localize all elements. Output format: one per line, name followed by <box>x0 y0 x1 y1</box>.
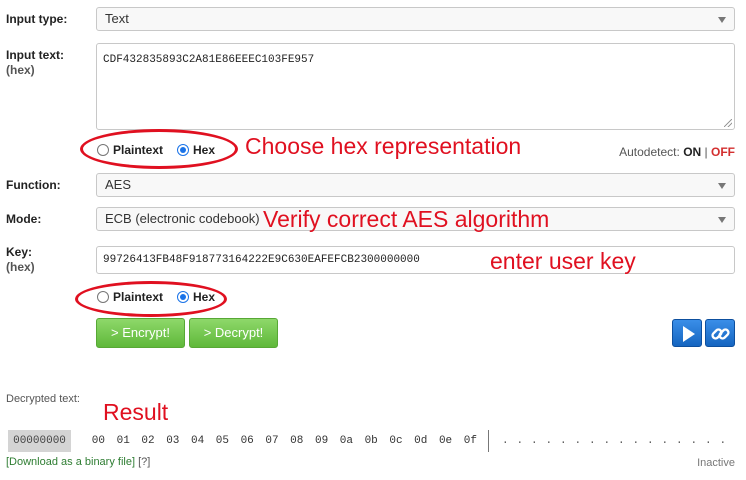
chevron-down-icon <box>718 17 726 23</box>
decrypted-text-label: Decrypted text: <box>6 393 80 405</box>
input-text-value: CDF432835893C2A81E86EEEC103FE957 <box>103 54 315 66</box>
hex-column-06: 06 <box>240 435 254 447</box>
hex-column-0f: 0f <box>463 435 477 447</box>
input-text-label-text: Input text: <box>6 48 64 62</box>
input-type-select[interactable]: Text <box>96 7 735 31</box>
key-label-text: Key: <box>6 245 33 259</box>
highlight-ellipse-input-format <box>80 129 238 169</box>
link-icon <box>711 328 730 340</box>
hex-column-02: 02 <box>141 435 155 447</box>
ascii-cell: . <box>617 435 625 447</box>
ascii-cell: . <box>690 435 698 447</box>
permalink-button[interactable] <box>705 319 735 347</box>
hex-column-0e: 0e <box>438 435 453 447</box>
ascii-cell: . <box>530 435 538 447</box>
input-text-format-hint: (hex) <box>6 63 35 77</box>
annotation-hex: Choose hex representation <box>245 133 522 159</box>
encrypt-button[interactable]: > Encrypt! <box>96 318 185 348</box>
ascii-cell: . <box>501 435 509 447</box>
ascii-cell: . <box>559 435 567 447</box>
run-button[interactable] <box>672 319 702 347</box>
key-value: 99726413FB48F918773164222E9C630EAFEFCB23… <box>103 254 420 266</box>
autodetect-toggle: Autodetect: ON | OFF <box>619 145 735 159</box>
hex-column-0d: 0d <box>414 435 428 447</box>
mode-label: Mode: <box>6 212 42 226</box>
play-icon <box>683 326 695 342</box>
function-select[interactable]: AES <box>96 173 735 197</box>
key-format-hint: (hex) <box>6 260 35 274</box>
ascii-cell: . <box>632 435 640 447</box>
annotation-result: Result <box>103 399 169 425</box>
autodetect-label: Autodetect: <box>619 145 680 159</box>
annotation-aes: Verify correct AES algorithm <box>263 206 550 232</box>
input-text-area[interactable]: CDF432835893C2A81E86EEEC103FE957 <box>96 43 735 130</box>
download-binary-link[interactable]: [Download as a binary file] <box>6 456 135 468</box>
hex-column-0b: 0b <box>364 435 378 447</box>
input-type-value: Text <box>105 11 129 26</box>
ascii-column: ................ <box>498 430 730 452</box>
output-status: Inactive <box>697 457 735 469</box>
ascii-cell: . <box>545 435 553 447</box>
hex-column-03: 03 <box>166 435 180 447</box>
input-type-label: Input type: <box>6 12 68 26</box>
function-label: Function: <box>6 178 61 192</box>
decrypt-button[interactable]: > Decrypt! <box>189 318 278 348</box>
input-text-label: Input text: (hex) <box>6 48 64 78</box>
key-input[interactable]: 99726413FB48F918773164222E9C630EAFEFCB23… <box>96 246 735 274</box>
download-links: [Download as a binary file] [?] <box>6 456 150 468</box>
mode-value: ECB (electronic codebook) <box>105 211 260 226</box>
function-value: AES <box>105 177 132 192</box>
ascii-cell: . <box>646 435 654 447</box>
autodetect-off[interactable]: OFF <box>711 145 735 159</box>
ascii-cell: . <box>661 435 669 447</box>
key-label: Key: (hex) <box>6 245 35 275</box>
hex-column-08: 08 <box>290 435 304 447</box>
ascii-cell: . <box>516 435 524 447</box>
chevron-down-icon <box>718 217 726 223</box>
hex-column-0c: 0c <box>389 435 403 447</box>
help-link[interactable]: [?] <box>138 456 150 468</box>
hex-column-05: 05 <box>215 435 229 447</box>
ascii-cell: . <box>588 435 596 447</box>
hex-column-04: 04 <box>190 435 205 447</box>
hex-offset: 00000000 <box>8 430 71 452</box>
hex-column-00: 00 <box>91 435 105 447</box>
autodetect-on[interactable]: ON <box>683 145 701 159</box>
hex-column-09: 09 <box>314 435 329 447</box>
resize-grip-icon[interactable] <box>724 119 732 127</box>
autodetect-separator: | <box>704 145 708 159</box>
hex-column-07: 07 <box>265 435 279 447</box>
ascii-cell: . <box>574 435 582 447</box>
ascii-cell: . <box>603 435 611 447</box>
hex-column-header: 00 01 02 03 04 05 06 07 08 09 0a 0b 0c 0d 0e 0f <box>86 430 483 452</box>
highlight-ellipse-key-format <box>75 281 227 317</box>
hex-ascii-divider <box>488 430 489 452</box>
ascii-cell: . <box>719 435 727 447</box>
chevron-down-icon <box>718 183 726 189</box>
ascii-cell: . <box>704 435 712 447</box>
hex-column-01: 01 <box>116 435 130 447</box>
ascii-cell: . <box>675 435 683 447</box>
annotation-key: enter user key <box>490 248 636 274</box>
hex-column-0a: 0a <box>339 435 353 447</box>
